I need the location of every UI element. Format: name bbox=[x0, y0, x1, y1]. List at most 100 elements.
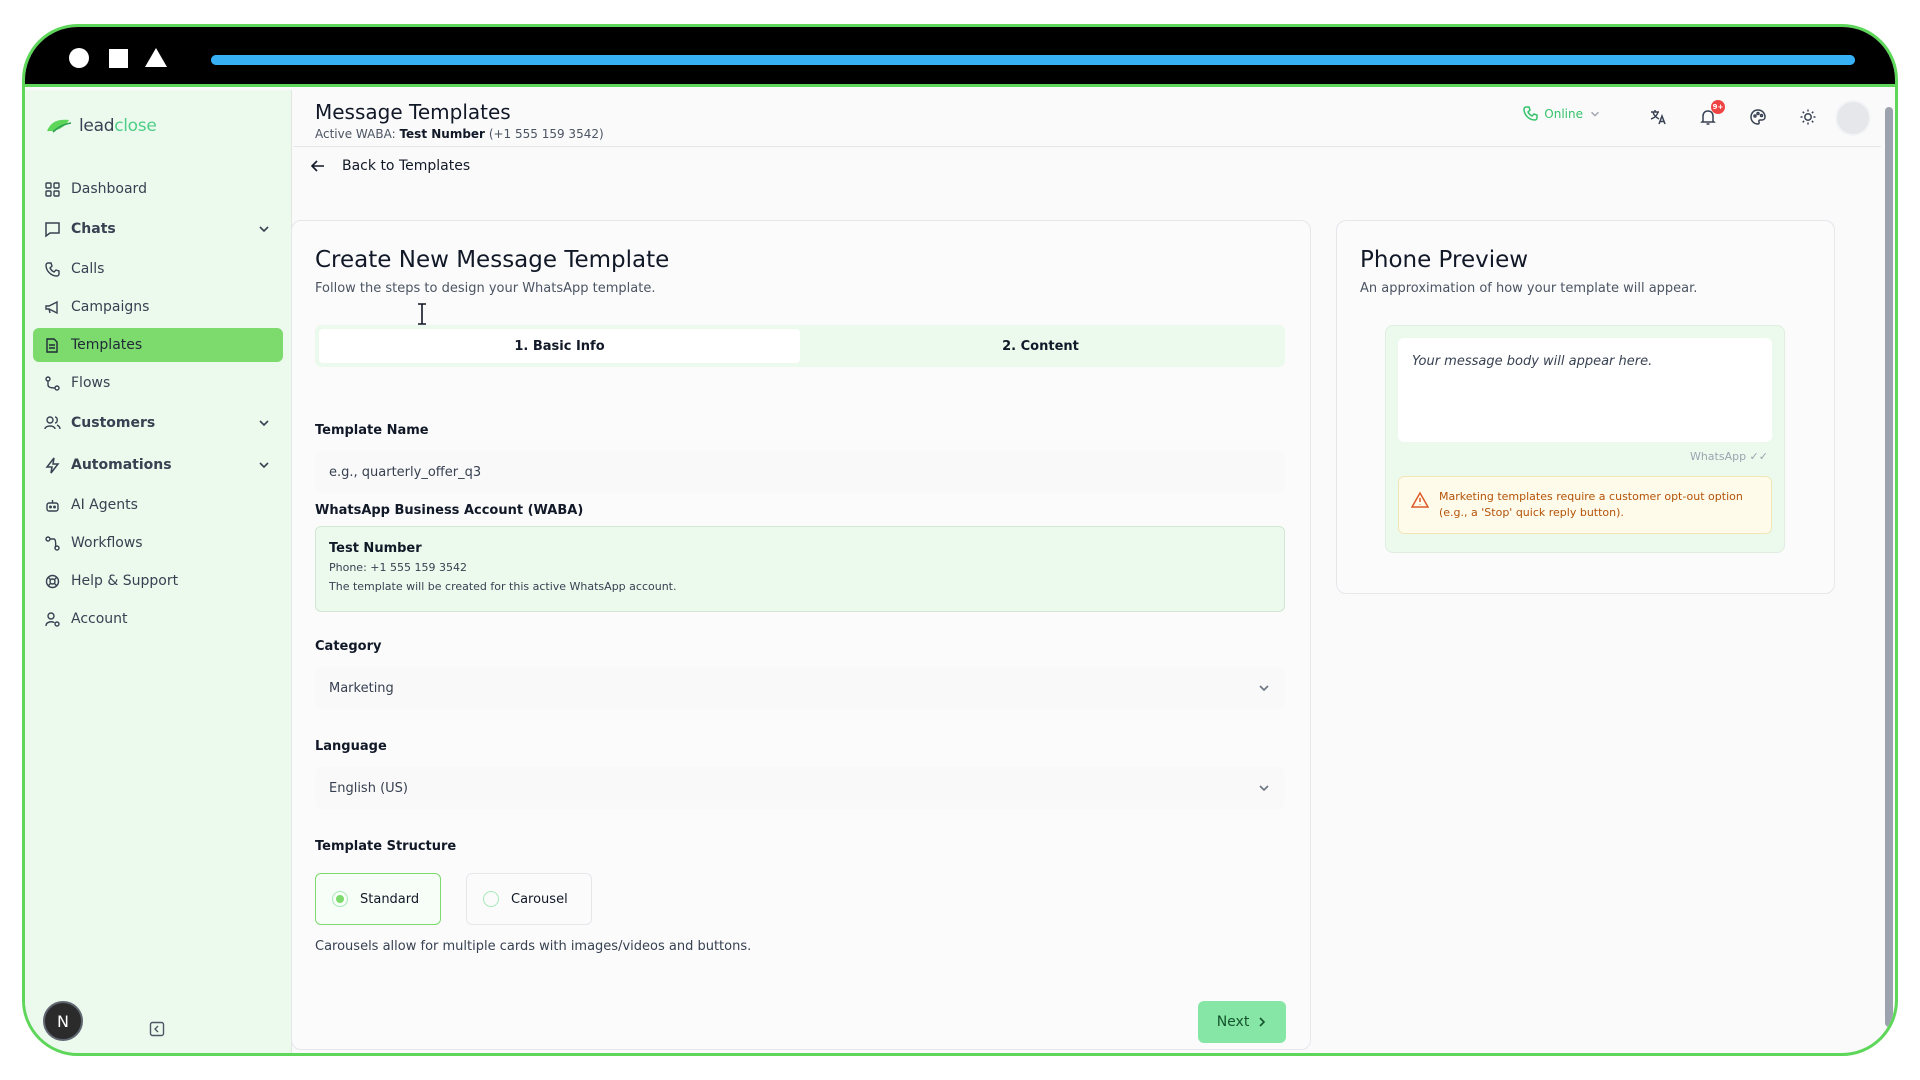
waba-name: Test Number bbox=[329, 541, 422, 556]
chevron-down-icon bbox=[1259, 685, 1269, 692]
document-icon bbox=[43, 336, 61, 354]
bell-icon[interactable]: 9+ bbox=[1697, 100, 1725, 128]
back-link-label: Back to Templates bbox=[342, 158, 471, 174]
square-control[interactable] bbox=[109, 49, 128, 68]
megaphone-icon bbox=[43, 298, 61, 316]
sidebar-item-label: Campaigns bbox=[71, 299, 150, 315]
structure-option-standard[interactable]: Standard bbox=[315, 873, 441, 925]
waba-note: The template will be created for this ac… bbox=[329, 580, 677, 593]
status-label: Online bbox=[1544, 106, 1583, 121]
sidebar-item-label: Account bbox=[71, 611, 128, 627]
chevron-down-icon bbox=[1591, 111, 1599, 117]
tab-basic-info[interactable]: 1. Basic Info bbox=[319, 329, 800, 363]
circle-control[interactable] bbox=[69, 48, 89, 68]
sidebar-item-account[interactable]: Account bbox=[33, 602, 283, 636]
sidebar-item-dashboard[interactable]: Dashboard bbox=[33, 172, 283, 206]
sidebar-item-ai-agents[interactable]: AI Agents bbox=[33, 488, 283, 522]
page-title: Message Templates bbox=[315, 100, 511, 124]
sidebar-item-automations[interactable]: Automations bbox=[33, 446, 283, 484]
sidebar-item-label: Chats bbox=[71, 221, 116, 237]
sidebar-item-label: Help & Support bbox=[71, 573, 179, 589]
chevron-down-icon[interactable] bbox=[257, 222, 271, 236]
sidebar-item-templates[interactable]: Templates bbox=[33, 328, 283, 362]
create-template-card: Create New Message Template Follow the s… bbox=[291, 220, 1311, 1050]
template-name-label: Template Name bbox=[315, 423, 429, 438]
category-value: Marketing bbox=[329, 680, 394, 696]
chevron-down-icon[interactable] bbox=[257, 416, 271, 430]
message-bubble: Your message body will appear here. bbox=[1398, 338, 1772, 442]
top-bar bbox=[25, 27, 1895, 87]
sidebar-item-label: AI Agents bbox=[71, 497, 138, 513]
marketing-warning: Marketing templates require a customer o… bbox=[1398, 476, 1772, 534]
option-label: Carousel bbox=[511, 891, 568, 907]
sidebar-item-workflows[interactable]: Workflows bbox=[33, 526, 283, 560]
sidebar-item-label: Templates bbox=[71, 337, 143, 353]
sun-icon[interactable] bbox=[1797, 106, 1819, 128]
notification-badge: 9+ bbox=[1711, 100, 1725, 114]
text-cursor-icon bbox=[418, 303, 426, 325]
status-dropdown[interactable]: Online bbox=[1523, 106, 1601, 121]
progress-bar-fill bbox=[211, 55, 1855, 65]
form-subtitle: Follow the steps to design your WhatsApp… bbox=[315, 281, 656, 296]
waba-info-box: Test Number Phone: +1 555 159 3542 The t… bbox=[315, 526, 1285, 612]
back-to-templates-link[interactable]: Back to Templates bbox=[310, 158, 470, 174]
structure-label: Template Structure bbox=[315, 839, 457, 854]
template-name-placeholder: e.g., quarterly_offer_q3 bbox=[329, 464, 482, 480]
sidebar-item-label: Dashboard bbox=[71, 181, 147, 197]
sidebar-item-customers[interactable]: Customers bbox=[33, 404, 283, 442]
flow-icon bbox=[43, 374, 61, 392]
structure-option-carousel[interactable]: Carousel bbox=[466, 873, 592, 925]
template-name-input[interactable]: e.g., quarterly_offer_q3 bbox=[315, 451, 1285, 493]
progress-bar bbox=[211, 55, 1855, 65]
workflow-icon bbox=[43, 534, 61, 552]
phone-preview-card: Phone Preview An approximation of how yo… bbox=[1336, 220, 1835, 594]
user-avatar-initial[interactable]: N bbox=[43, 1001, 83, 1041]
structure-helper-text: Carousels allow for multiple cards with … bbox=[315, 939, 752, 954]
translate-icon[interactable] bbox=[1647, 106, 1669, 128]
sidebar-item-help-support[interactable]: Help & Support bbox=[33, 564, 283, 598]
language-select[interactable]: English (US) bbox=[315, 767, 1285, 809]
leaf-icon bbox=[47, 119, 72, 133]
phone-mockup: Your message body will appear here. What… bbox=[1385, 325, 1785, 553]
step-tabs: 1. Basic Info 2. Content bbox=[315, 325, 1285, 367]
sidebar-item-label: Automations bbox=[71, 457, 172, 473]
bolt-icon bbox=[43, 456, 61, 474]
sidebar-item-calls[interactable]: Calls bbox=[33, 252, 283, 286]
sidebar-item-label: Customers bbox=[71, 415, 156, 431]
waba-phone: Phone: +1 555 159 3542 bbox=[329, 561, 467, 574]
chevron-down-icon[interactable] bbox=[257, 458, 271, 472]
phone-icon bbox=[43, 260, 61, 278]
preview-subtitle: An approximation of how your template wi… bbox=[1360, 281, 1698, 296]
page-header: Message Templates Active WABA: Test Numb… bbox=[293, 90, 1881, 147]
arrow-left-icon bbox=[310, 160, 324, 172]
sidebar-collapse-icon[interactable] bbox=[149, 1021, 165, 1037]
form-title: Create New Message Template bbox=[315, 247, 670, 273]
sidebar-item-flows[interactable]: Flows bbox=[33, 366, 283, 400]
next-button[interactable]: Next bbox=[1198, 1001, 1286, 1043]
category-label: Category bbox=[315, 639, 382, 654]
triangle-control[interactable] bbox=[145, 48, 167, 67]
avatar-initial: N bbox=[57, 1011, 69, 1031]
sidebar-nav: Dashboard Chats Calls Campaigns Template… bbox=[33, 172, 283, 640]
users-icon bbox=[43, 414, 61, 432]
page-scrollbar[interactable] bbox=[1885, 107, 1893, 1027]
palette-icon[interactable] bbox=[1747, 106, 1769, 128]
whatsapp-meta: WhatsApp ✓✓ bbox=[1689, 450, 1768, 463]
logo[interactable]: leadclose bbox=[45, 116, 157, 136]
sidebar-item-campaigns[interactable]: Campaigns bbox=[33, 290, 283, 324]
robot-icon bbox=[43, 496, 61, 514]
user-avatar[interactable] bbox=[1835, 100, 1871, 136]
tab-content[interactable]: 2. Content bbox=[800, 329, 1281, 363]
active-waba-label: Active WABA: Test Number (+1 555 159 354… bbox=[315, 127, 604, 141]
sidebar-item-chats[interactable]: Chats bbox=[33, 210, 283, 248]
radio-unselected bbox=[483, 891, 499, 907]
sidebar-item-label: Workflows bbox=[71, 535, 143, 551]
radio-selected bbox=[332, 891, 348, 907]
category-select[interactable]: Marketing bbox=[315, 667, 1285, 709]
lifebuoy-icon bbox=[43, 572, 61, 590]
option-label: Standard bbox=[360, 891, 420, 907]
chevron-right-icon bbox=[1259, 1017, 1266, 1027]
grid-icon bbox=[43, 180, 61, 198]
chat-icon bbox=[43, 220, 61, 238]
waba-label: WhatsApp Business Account (WABA) bbox=[315, 503, 584, 518]
